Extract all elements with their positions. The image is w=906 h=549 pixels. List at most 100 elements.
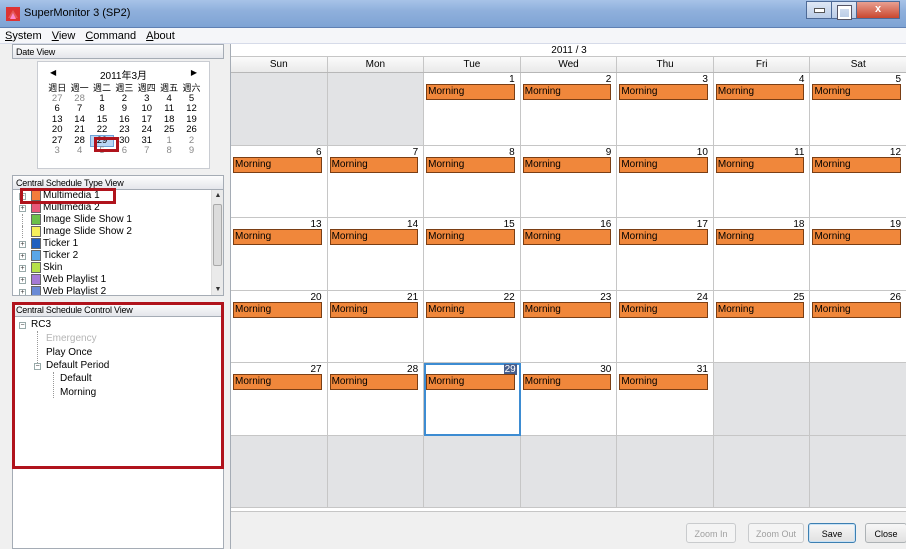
- type-list-scrollbar[interactable]: ▲ ▼: [211, 190, 223, 295]
- schedule-event[interactable]: Morning: [522, 156, 612, 173]
- mini-calendar-day[interactable]: 26: [180, 124, 202, 136]
- calendar-day[interactable]: 31 Morning: [617, 363, 714, 436]
- schedule-event[interactable]: Morning: [619, 301, 708, 318]
- mini-calendar-day[interactable]: 12: [180, 103, 202, 115]
- type-list-item[interactable]: Image Slide Show 1: [13, 214, 223, 226]
- mini-calendar-day[interactable]: 9: [113, 103, 135, 115]
- type-list-item[interactable]: Image Slide Show 2: [13, 226, 223, 238]
- scroll-thumb[interactable]: [213, 204, 222, 266]
- calendar-day[interactable]: [231, 435, 328, 508]
- calendar-day[interactable]: 19 Morning: [810, 218, 906, 291]
- calendar-day[interactable]: 13 Morning: [231, 218, 328, 291]
- calendar-day[interactable]: 20 Morning: [231, 290, 328, 363]
- mini-calendar-day[interactable]: 22: [91, 124, 113, 136]
- close-window-button[interactable]: x: [856, 1, 900, 19]
- calendar-day[interactable]: 22 Morning: [424, 290, 521, 363]
- menu-system[interactable]: System: [0, 30, 47, 42]
- schedule-event[interactable]: Morning: [233, 156, 322, 173]
- mini-calendar-day[interactable]: 4: [68, 145, 90, 157]
- calendar-day[interactable]: 25 Morning: [713, 290, 811, 363]
- mini-calendar-day[interactable]: 7: [136, 145, 158, 157]
- schedule-event[interactable]: Morning: [812, 229, 902, 245]
- calendar-day[interactable]: [810, 435, 906, 508]
- calendar-day[interactable]: 14 Morning: [327, 218, 425, 291]
- schedule-event[interactable]: Morning: [329, 301, 419, 318]
- expand-icon[interactable]: +: [19, 289, 26, 295]
- calendar-day[interactable]: [327, 73, 425, 146]
- calendar-day[interactable]: 16 Morning: [520, 218, 618, 291]
- expand-icon[interactable]: +: [19, 265, 26, 272]
- calendar-day[interactable]: 8 Morning: [424, 145, 521, 218]
- calendar-day[interactable]: 24 Morning: [617, 290, 714, 363]
- calendar-day[interactable]: 1 Morning: [424, 73, 521, 146]
- calendar-day-selected[interactable]: 29 Morning: [424, 363, 521, 436]
- schedule-event[interactable]: Morning: [715, 301, 805, 318]
- schedule-event[interactable]: Morning: [426, 374, 515, 390]
- schedule-event[interactable]: Morning: [329, 374, 419, 390]
- schedule-event[interactable]: Morning: [233, 301, 322, 318]
- mini-calendar-day[interactable]: 3: [46, 145, 68, 157]
- calendar-day[interactable]: 18 Morning: [713, 218, 811, 291]
- calendar-day[interactable]: 27 Morning: [231, 363, 328, 436]
- menu-about[interactable]: About: [141, 30, 180, 42]
- mini-calendar-day[interactable]: 21: [68, 124, 90, 136]
- schedule-event[interactable]: Morning: [426, 301, 515, 318]
- schedule-event[interactable]: Morning: [619, 156, 708, 173]
- calendar-day[interactable]: [810, 363, 906, 436]
- expand-icon[interactable]: +: [19, 277, 26, 284]
- calendar-day[interactable]: 6 Morning: [231, 145, 328, 218]
- mini-calendar-day[interactable]: 23: [113, 124, 135, 136]
- next-month-button[interactable]: ▶: [191, 68, 197, 77]
- schedule-event[interactable]: Morning: [619, 374, 708, 390]
- calendar-day[interactable]: 11 Morning: [713, 145, 811, 218]
- schedule-event[interactable]: Morning: [426, 156, 515, 173]
- calendar-day[interactable]: [520, 435, 618, 508]
- calendar-day[interactable]: [424, 435, 521, 508]
- type-list-item[interactable]: + Ticker 1: [13, 238, 223, 250]
- calendar-day[interactable]: 17 Morning: [617, 218, 714, 291]
- scroll-up-icon[interactable]: ▲: [212, 192, 223, 199]
- calendar-day[interactable]: 7 Morning: [327, 145, 425, 218]
- schedule-event[interactable]: Morning: [619, 229, 708, 245]
- calendar-day[interactable]: 5 Morning: [810, 73, 906, 146]
- calendar-day[interactable]: 10 Morning: [617, 145, 714, 218]
- menu-view[interactable]: View: [47, 30, 81, 42]
- schedule-event[interactable]: Morning: [522, 84, 612, 100]
- calendar-day[interactable]: [713, 435, 811, 508]
- schedule-event[interactable]: Morning: [522, 374, 612, 390]
- schedule-event[interactable]: Morning: [329, 229, 419, 245]
- type-list-item[interactable]: + Ticker 2: [13, 250, 223, 262]
- type-list-item[interactable]: + Web Playlist 1: [13, 274, 223, 286]
- type-list-item[interactable]: + Web Playlist 2: [13, 286, 223, 295]
- schedule-event[interactable]: Morning: [522, 301, 612, 318]
- expand-icon[interactable]: +: [19, 253, 26, 260]
- schedule-event[interactable]: Morning: [522, 229, 612, 245]
- menu-command[interactable]: Command: [80, 30, 141, 42]
- calendar-day[interactable]: [231, 73, 328, 146]
- maximize-button[interactable]: [831, 1, 857, 19]
- schedule-event[interactable]: Morning: [812, 156, 902, 173]
- calendar-day[interactable]: 23 Morning: [520, 290, 618, 363]
- scroll-down-icon[interactable]: ▼: [212, 286, 223, 293]
- calendar-day[interactable]: 28 Morning: [327, 363, 425, 436]
- save-button[interactable]: Save: [808, 523, 856, 543]
- close-button[interactable]: Close: [865, 523, 906, 543]
- calendar-day[interactable]: 21 Morning: [327, 290, 425, 363]
- calendar-day[interactable]: 12 Morning: [810, 145, 906, 218]
- type-list-item[interactable]: + Skin: [13, 262, 223, 274]
- mini-calendar-day[interactable]: 20: [46, 124, 68, 136]
- mini-calendar-day[interactable]: 9: [180, 145, 202, 157]
- schedule-event[interactable]: Morning: [233, 374, 322, 390]
- mini-calendar-day[interactable]: 7: [68, 103, 90, 115]
- mini-calendar-day[interactable]: 11: [158, 103, 180, 115]
- schedule-event[interactable]: Morning: [426, 84, 515, 100]
- mini-calendar-day[interactable]: 8: [91, 103, 113, 115]
- expand-icon[interactable]: +: [19, 205, 26, 212]
- zoom-out-button[interactable]: Zoom Out: [748, 523, 804, 543]
- calendar-day[interactable]: 26 Morning: [810, 290, 906, 363]
- schedule-event[interactable]: Morning: [426, 229, 515, 245]
- schedule-event[interactable]: Morning: [812, 301, 902, 318]
- mini-calendar-day[interactable]: 24: [136, 124, 158, 136]
- schedule-event[interactable]: Morning: [715, 84, 805, 100]
- calendar-day[interactable]: 4 Morning: [713, 73, 811, 146]
